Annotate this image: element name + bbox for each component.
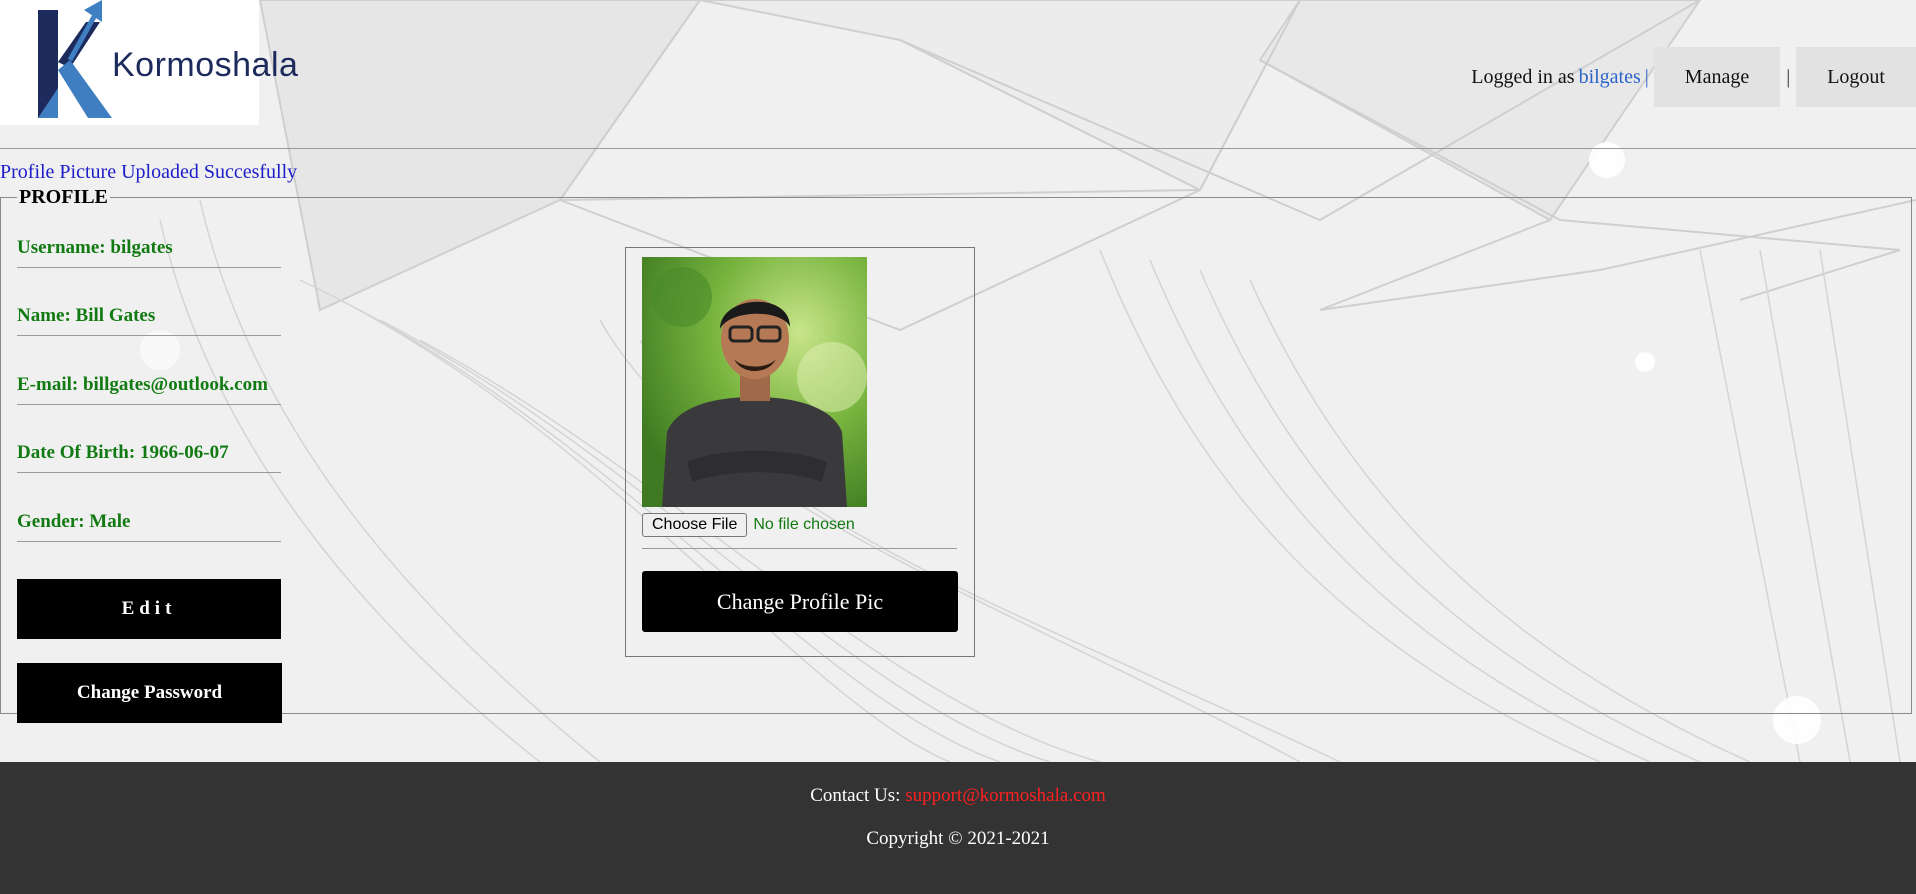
change-profile-pic-button[interactable]: Change Profile Pic [642, 571, 958, 632]
contact-line: Contact Us: support@kormoshala.com [0, 785, 1916, 807]
picture-divider [642, 548, 957, 549]
profile-gender: Gender: Male [17, 511, 281, 542]
header-divider [0, 148, 1916, 149]
flash-message: Profile Picture Uploaded Succesfully [0, 161, 298, 183]
profile-picture-panel: Choose File No file chosen Change Profil… [625, 247, 975, 657]
site-header: Kormoshala Logged in as bilgates | Manag… [0, 0, 1916, 148]
brand-name: Kormoshala [112, 46, 299, 84]
site-footer: Contact Us: support@kormoshala.com Copyr… [0, 762, 1916, 894]
choose-file-button[interactable]: Choose File [642, 513, 748, 537]
brand-logo[interactable]: Kormoshala [0, 0, 298, 125]
file-status: No file chosen [753, 516, 855, 533]
change-password-button[interactable]: Change Password [17, 663, 282, 723]
profile-name: Name: Bill Gates [17, 305, 281, 336]
copyright: Copyright © 2021-2021 [866, 828, 1050, 849]
contact-label: Contact Us: [810, 785, 901, 806]
kormoshala-k-arrow-icon [38, 0, 112, 118]
manage-button[interactable]: Manage [1653, 47, 1781, 107]
profile-email: E-mail: billgates@outlook.com [17, 374, 281, 405]
user-nav: Logged in as bilgates | Manage | Logout [1471, 47, 1916, 107]
nav-pipe: | [1644, 65, 1649, 88]
profile-photo [642, 257, 867, 507]
profile-legend: PROFILE [19, 186, 108, 208]
contact-email-link[interactable]: support@kormoshala.com [905, 785, 1106, 806]
profile-fieldset: PROFILE Username: bilgates Name: Bill Ga… [0, 186, 1912, 723]
nav-separator: | [1786, 65, 1791, 88]
logged-in-label: Logged in as [1471, 65, 1575, 88]
username-link[interactable]: bilgates [1579, 66, 1641, 89]
logout-button[interactable]: Logout [1796, 47, 1916, 107]
profile-username: Username: bilgates [17, 237, 281, 268]
edit-button[interactable]: Edit [17, 579, 281, 639]
file-input: Choose File No file chosen [642, 513, 855, 537]
profile-dob: Date Of Birth: 1966-06-07 [17, 442, 281, 473]
